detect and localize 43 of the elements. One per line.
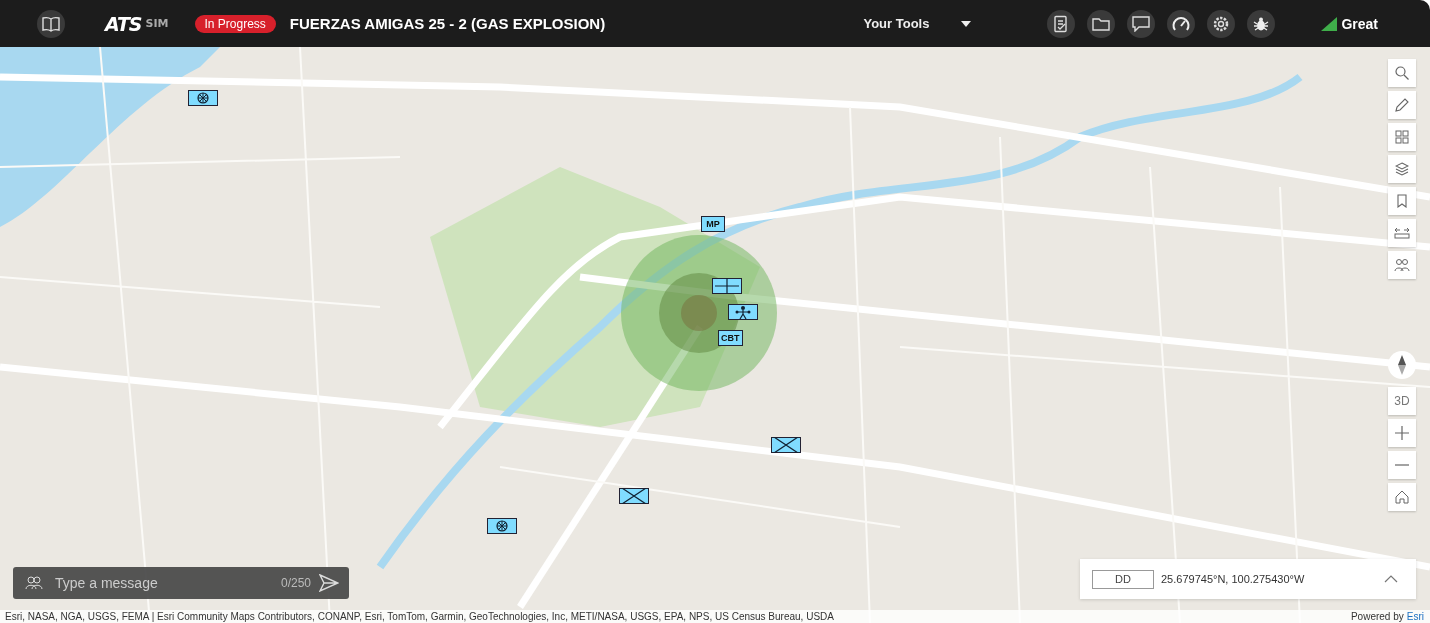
cross-symbol-icon [622,488,646,504]
message-field[interactable]: Type a message 0/250 [13,567,349,599]
people-icon [25,576,43,590]
logo-suffix: SIM [145,17,169,30]
grid-symbol-icon [715,278,739,294]
connection-status: Great [1341,15,1378,32]
status-badge: In Progress [194,14,276,33]
powered-by-text: Powered by [1350,611,1404,622]
format-selector[interactable]: DD [1092,569,1154,589]
unit-marker[interactable] [771,437,801,453]
chevron-up-icon[interactable] [1384,575,1398,583]
book-icon[interactable] [37,9,65,38]
checklist-icon[interactable] [1047,9,1076,38]
signal-icon [1321,16,1338,31]
message-input[interactable]: Type a message [53,574,281,592]
unit-marker[interactable] [728,304,758,320]
character-counter: 0/250 [280,576,311,590]
3d-toggle[interactable]: 3D [1388,387,1416,415]
folder-icon[interactable] [1087,9,1116,38]
bug-icon[interactable] [1247,9,1276,38]
unit-marker[interactable] [712,278,742,294]
gauge-icon[interactable] [1167,9,1196,38]
unit-marker[interactable]: MP [701,216,725,232]
unit-marker[interactable] [188,90,218,106]
cross-symbol-icon [774,437,798,453]
tools-dropdown[interactable]: Your Tools [863,16,972,31]
settings-icon[interactable] [1207,9,1236,38]
scenario-title: FUERZAS AMIGAS 25 - 2 (GAS EXPLOSION) [289,15,606,32]
send-icon[interactable] [319,574,339,592]
layers-icon[interactable] [1388,155,1416,183]
pencil-icon[interactable] [1388,91,1416,119]
people-icon[interactable] [1388,251,1416,279]
search-icon[interactable] [1388,59,1416,87]
caret-icon [961,20,972,27]
home-icon[interactable] [1388,483,1416,511]
chat-icon[interactable] [1127,9,1156,38]
coordinate-readout: 25.679745°N, 100.275430°W [1161,573,1305,585]
logo: ATS [105,12,142,35]
unit-marker[interactable] [619,488,649,504]
attribution-text: Esri, NASA, NGA, USGS, FEMA | Esri Community Maps Contributors, CONANP, Esri, TomTom, Garmin, GeoTechnologies, Inc, METI/NASA, USGS, EPA, NPS, US Census Bureau, USDA [5,611,834,622]
unit-marker[interactable]: CBT [718,330,743,346]
esri-link[interactable]: Esri [1406,611,1424,622]
unit-marker[interactable] [487,518,517,534]
